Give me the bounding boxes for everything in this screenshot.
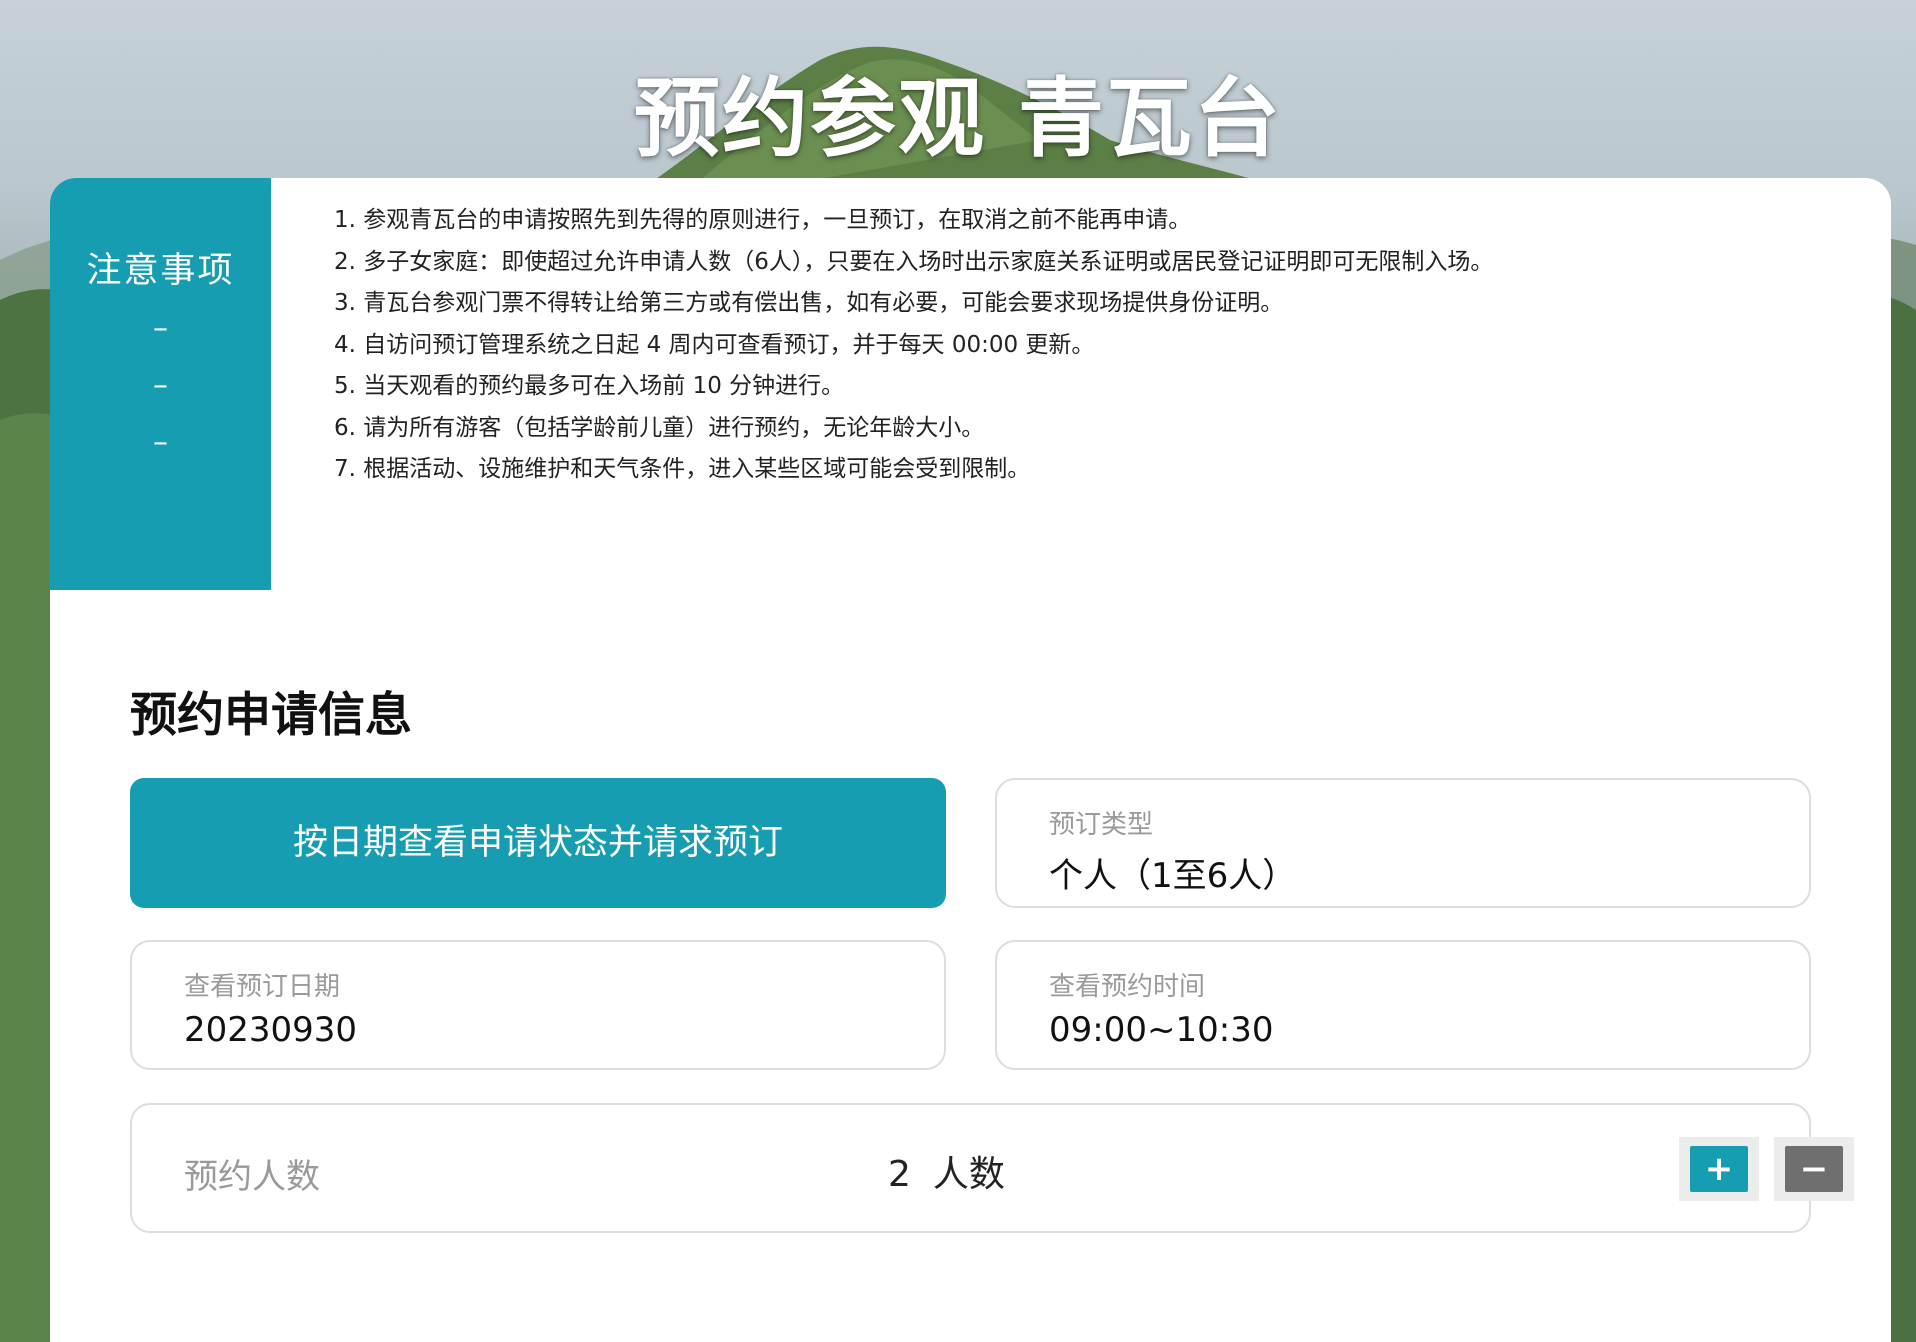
increment-wrapper: +	[1679, 1137, 1759, 1201]
notice-dash: –	[153, 368, 168, 403]
notice-tab: 注意事项 – – –	[50, 178, 271, 590]
notice-item: 1. 参观青瓦台的申请按照先到先得的原则进行，一旦预订，在取消之前不能再申请。	[334, 207, 1192, 233]
form-section-title: 预约申请信息	[130, 688, 412, 743]
minus-icon: −	[1799, 1149, 1829, 1189]
decrement-button[interactable]: −	[1785, 1146, 1843, 1192]
booking-time-value: 09:00~10:30	[1049, 1010, 1274, 1050]
booking-type-select[interactable]: 预订类型 个人（1至6人）	[995, 778, 1811, 908]
booking-date-value: 20230930	[184, 1010, 358, 1050]
page-title: 预约参观 青瓦台	[634, 69, 1282, 169]
plus-icon: +	[1704, 1149, 1734, 1189]
notice-item: 2. 多子女家庭：即使超过允许申请人数（6人），只要在入场时出示家庭关系证明或居…	[334, 248, 1494, 275]
notice-item: 3. 青瓦台参观门票不得转让给第三方或有偿出售，如有必要，可能会要求现场提供身份…	[334, 290, 1284, 316]
notice-item: 7. 根据活动、设施维护和天气条件，进入某些区域可能会受到限制。	[334, 456, 1031, 482]
people-count-label: 预约人数	[184, 1157, 320, 1197]
people-count-value: 2	[888, 1154, 911, 1195]
notice-item: 6. 请为所有游客（包括学龄前儿童）进行预约，无论年龄大小。	[334, 414, 985, 441]
decrement-wrapper: −	[1774, 1137, 1854, 1201]
notice-list: 1. 参观青瓦台的申请按照先到先得的原则进行，一旦预订，在取消之前不能再申请。 …	[334, 200, 1854, 491]
notice-dash: –	[153, 311, 168, 346]
booking-type-value: 个人（1至6人）	[1049, 856, 1297, 896]
people-count-display: 2 人数	[888, 1145, 1027, 1197]
reservation-card: 注意事项 – – – 1. 参观青瓦台的申请按照先到先得的原则进行，一旦预订，在…	[50, 178, 1891, 1342]
check-availability-button[interactable]: 按日期查看申请状态并请求预订	[130, 778, 946, 908]
booking-date-label: 查看预订日期	[184, 972, 341, 1002]
increment-button[interactable]: +	[1690, 1146, 1748, 1192]
notice-dash: –	[153, 425, 168, 460]
booking-type-label: 预订类型	[1049, 810, 1154, 840]
notice-item: 5. 当天观看的预约最多可在入场前 10 分钟进行。	[334, 373, 845, 399]
people-count-unit: 人数	[932, 1154, 1005, 1195]
notice-title: 注意事项	[86, 251, 235, 291]
booking-date-field[interactable]: 查看预订日期 20230930	[130, 940, 946, 1070]
booking-time-field[interactable]: 查看预约时间 09:00~10:30	[995, 940, 1811, 1070]
notice-item: 4. 自访问预订管理系统之日起 4 周内可查看预订，并于每天 00:00 更新。	[334, 331, 1095, 358]
people-count-field: 预约人数 2 人数 + −	[130, 1103, 1854, 1233]
booking-time-label: 查看预约时间	[1049, 972, 1206, 1002]
